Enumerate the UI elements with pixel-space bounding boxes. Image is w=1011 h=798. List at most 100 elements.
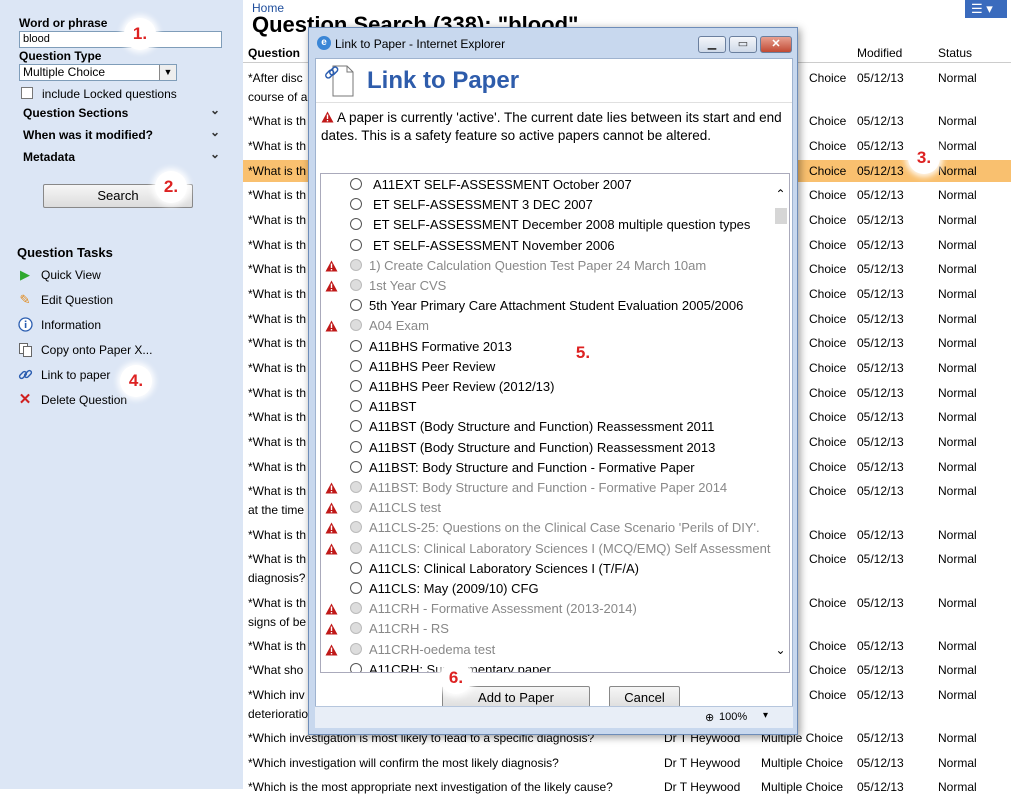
word-phrase-input[interactable]: blood <box>19 31 222 48</box>
zoom-level[interactable]: 100% <box>719 711 747 723</box>
task-edit-question[interactable]: ✎ Edit Question <box>17 292 114 308</box>
column-header-modified[interactable]: Modified <box>857 46 902 60</box>
question-text: *What is th <box>248 386 307 400</box>
table-row[interactable]: *Which investigation will confirm the mo… <box>243 752 1011 774</box>
paper-radio[interactable] <box>350 238 362 251</box>
task-quick-view[interactable]: ▶ Quick View <box>17 267 101 283</box>
paper-radio[interactable] <box>350 359 362 372</box>
paper-radio[interactable] <box>350 440 362 453</box>
question-type-value: Multiple Choice <box>23 65 106 79</box>
close-button[interactable]: ✕ <box>760 36 792 53</box>
section-when-modified[interactable]: When was it modified? ⌄ <box>23 125 223 142</box>
modified-cell: 05/12/13 <box>857 262 904 276</box>
paper-option[interactable]: A11BST (Body Structure and Function) Rea… <box>321 438 773 458</box>
include-locked-checkbox[interactable] <box>21 87 33 99</box>
status-cell: Normal <box>938 386 977 400</box>
paper-name: A11BST <box>369 399 417 415</box>
paper-list[interactable]: A11EXT SELF-ASSESSMENT October 2007 ET SE… <box>320 173 790 673</box>
question-text: *What is th <box>248 188 307 202</box>
section-question-sections[interactable]: Question Sections ⌄ <box>23 103 223 120</box>
type-cell: Choice <box>809 460 847 474</box>
section-label: Metadata <box>23 150 76 164</box>
paper-radio <box>350 642 362 655</box>
question-text: *What is th <box>248 336 307 350</box>
scroll-thumb[interactable] <box>775 208 787 224</box>
paper-option: 1) Create Calculation Question Test Pape… <box>321 256 773 276</box>
paper-option[interactable]: A11CLS: Clinical Laboratory Sciences I (… <box>321 559 773 579</box>
paper-radio[interactable] <box>350 420 362 433</box>
chevron-down-icon[interactable]: ▾ <box>763 710 768 721</box>
paper-option[interactable]: A11BST <box>321 397 773 417</box>
paper-radio[interactable] <box>350 662 362 672</box>
paper-option[interactable]: A11BST: Body Structure and Function - Fo… <box>321 458 773 478</box>
modified-cell: 05/12/13 <box>857 731 904 745</box>
active-paper-warning: A paper is currently 'active'. The curre… <box>321 109 793 145</box>
paper-option[interactable]: A11CRH: Supplementary paper <box>321 660 773 672</box>
paper-option[interactable]: ET SELF-ASSESSMENT 3 DEC 2007 <box>321 195 773 215</box>
menu-button[interactable]: ☰ ▾ <box>965 0 1007 18</box>
paper-option[interactable]: A11BHS Peer Review (2012/13) <box>321 377 773 397</box>
paper-radio[interactable] <box>350 299 362 312</box>
warning-icon <box>321 111 334 123</box>
task-delete-question[interactable]: ✕ Delete Question <box>17 392 127 408</box>
paper-option[interactable]: A11BHS Peer Review <box>321 357 773 377</box>
modified-cell: 05/12/13 <box>857 663 904 677</box>
paper-option[interactable]: A11EXT SELF-ASSESSMENT October 2007 <box>321 175 773 195</box>
minimize-button[interactable]: ▁ <box>698 36 726 53</box>
paper-option: 1st Year CVS <box>321 276 773 296</box>
paper-option[interactable]: A11BST (Body Structure and Function) Rea… <box>321 417 773 437</box>
question-text: *What is th <box>248 639 307 653</box>
callout-badge-3: 3. <box>908 142 940 174</box>
paper-name: A11CRH - Formative Assessment (2013-2014… <box>369 601 637 617</box>
paper-radio[interactable] <box>350 198 362 211</box>
paper-radio[interactable] <box>350 339 362 352</box>
task-copy-onto-paper[interactable]: Copy onto Paper X... <box>17 342 152 358</box>
question-type-select[interactable]: Multiple Choice ▼ <box>19 64 177 81</box>
vertical-scrollbar[interactable]: ⌃ ⌄ <box>772 174 789 672</box>
paper-option[interactable]: ET SELF-ASSESSMENT December 2008 multipl… <box>321 215 773 235</box>
column-header-status[interactable]: Status <box>938 46 972 60</box>
paper-radio[interactable] <box>350 582 362 594</box>
paper-radio <box>350 602 362 615</box>
task-link-to-paper[interactable]: Link to paper <box>17 367 110 383</box>
question-text: *What is th <box>248 114 307 128</box>
paper-name: A11CLS: May (2009/10) CFG <box>369 581 539 596</box>
section-metadata[interactable]: Metadata ⌄ <box>23 147 223 164</box>
task-label: Quick View <box>41 268 101 282</box>
type-cell: Choice <box>809 552 847 566</box>
paper-option[interactable]: A11CLS: May (2009/10) CFG <box>321 579 773 599</box>
status-cell: Normal <box>938 164 977 178</box>
paper-option[interactable]: ET SELF-ASSESSMENT November 2006 <box>321 236 773 256</box>
paper-radio[interactable] <box>350 400 362 413</box>
chevron-down-icon: ⌄ <box>209 147 220 161</box>
paper-radio[interactable] <box>350 178 362 190</box>
scroll-down-icon[interactable]: ⌄ <box>772 644 789 656</box>
question-text: *What is th <box>248 238 307 252</box>
paper-radio <box>350 481 362 493</box>
link-to-paper-dialog: e Link to Paper - Internet Explorer ▁ ▭ … <box>308 27 798 735</box>
paper-radio[interactable] <box>350 561 362 574</box>
paper-radio[interactable] <box>350 460 362 473</box>
maximize-button[interactable]: ▭ <box>729 36 757 53</box>
paper-option[interactable]: A11BHS Formative 2013 <box>321 337 773 357</box>
task-information[interactable]: Information <box>17 317 101 333</box>
paper-option[interactable]: 5th Year Primary Care Attachment Student… <box>321 296 773 316</box>
paper-radio[interactable] <box>350 380 362 392</box>
column-header-question[interactable]: Question <box>248 46 300 60</box>
scroll-up-icon[interactable]: ⌃ <box>772 188 789 200</box>
table-row[interactable]: *Which is the most appropriate next inve… <box>243 776 1011 798</box>
paper-name: 5th Year Primary Care Attachment Student… <box>369 298 744 314</box>
question-text: *What is th <box>248 460 307 474</box>
status-cell: Normal <box>938 336 977 350</box>
callout-badge-4: 4. <box>120 365 152 397</box>
link-icon <box>17 367 33 383</box>
type-cell: Choice <box>809 336 847 350</box>
modified-cell: 05/12/13 <box>857 71 904 85</box>
type-cell: Choice <box>809 596 847 610</box>
paper-name: A11BST: Body Structure and Function - Fo… <box>369 480 728 495</box>
status-cell: Normal <box>938 262 977 276</box>
status-cell: Normal <box>938 460 977 474</box>
paper-radio[interactable] <box>350 218 362 231</box>
status-cell: Normal <box>938 435 977 449</box>
zoom-icon[interactable]: ⊕ <box>705 711 714 724</box>
